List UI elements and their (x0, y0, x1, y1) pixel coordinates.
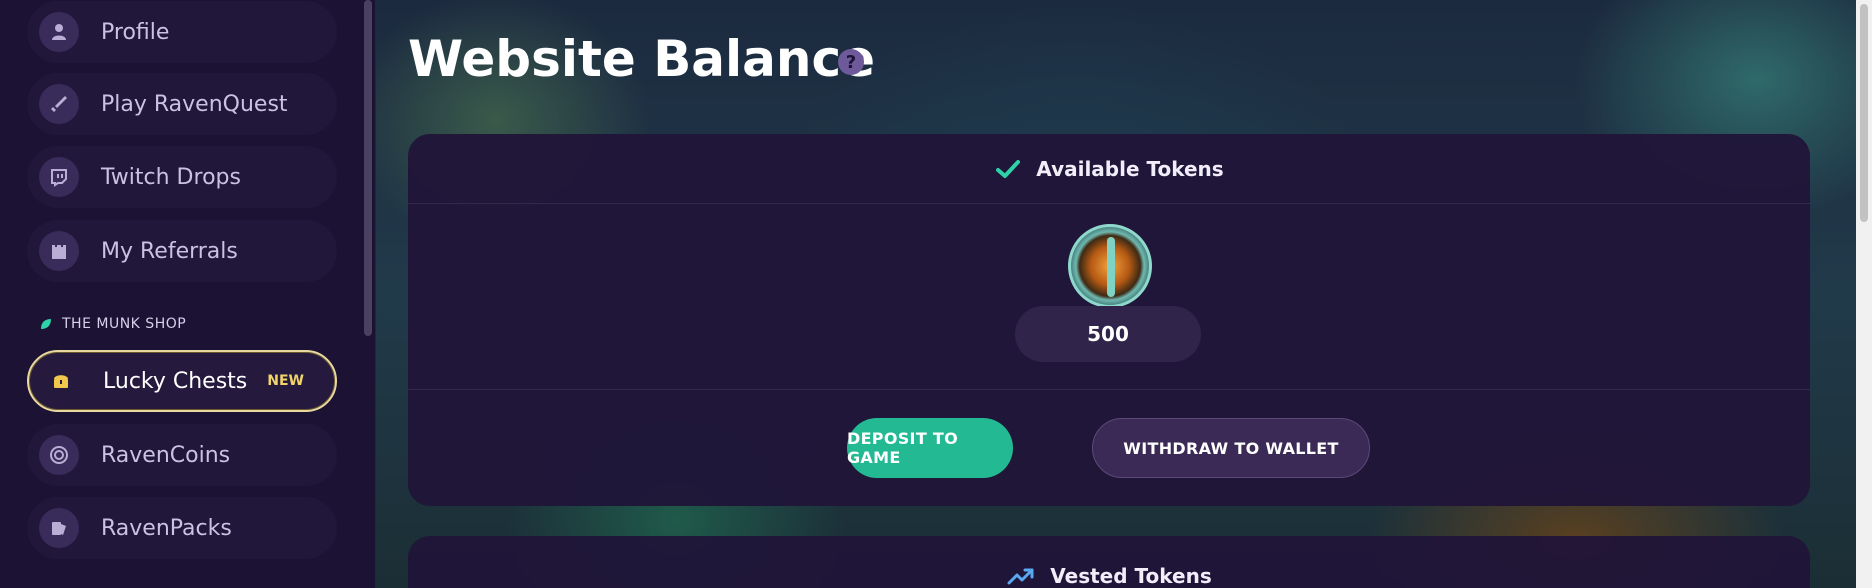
trending-up-icon (1007, 568, 1034, 585)
sidebar-item-play-ravenquest[interactable]: Play RavenQuest (27, 73, 337, 135)
sidebar: Profile Play RavenQuest Twitch Drops My … (0, 0, 376, 588)
chest-icon (41, 361, 81, 401)
sidebar-item-lucky-chests[interactable]: Lucky Chests NEW (27, 350, 337, 412)
sword-icon (39, 84, 79, 124)
withdraw-to-wallet-button[interactable]: WITHDRAW TO WALLET (1092, 418, 1370, 478)
profile-icon (39, 12, 79, 52)
card-title: Available Tokens (1036, 156, 1224, 181)
card-header: Available Tokens (408, 134, 1810, 204)
card-header: Vested Tokens (408, 536, 1810, 588)
coin-icon (39, 435, 79, 475)
sidebar-item-label: Twitch Drops (101, 164, 241, 190)
twitch-icon (39, 157, 79, 197)
page-scrollbar[interactable] (1856, 0, 1872, 588)
sidebar-item-my-referrals[interactable]: My Referrals (27, 220, 337, 282)
deposit-to-game-button[interactable]: DEPOSIT TO GAME (847, 418, 1013, 478)
token-amount: 500 (1015, 306, 1201, 362)
section-label-text: THE MUNK SHOP (62, 316, 187, 332)
sidebar-item-label: Lucky Chests (103, 368, 248, 394)
vested-tokens-card: Vested Tokens (408, 536, 1810, 588)
check-icon (996, 159, 1021, 178)
sidebar-scrollbar[interactable] (364, 0, 372, 336)
sidebar-item-label: RavenCoins (101, 442, 231, 468)
available-tokens-card: Available Tokens 500 DEPOSIT TO GAME WIT… (408, 134, 1810, 506)
sidebar-item-label: Profile (101, 19, 170, 45)
sidebar-item-label: RavenPacks (101, 515, 232, 541)
castle-icon (39, 231, 79, 271)
help-icon[interactable]: ? (838, 49, 864, 75)
card-title: Vested Tokens (1050, 564, 1212, 588)
sidebar-item-twitch-drops[interactable]: Twitch Drops (27, 146, 337, 208)
section-label-munk-shop: THE MUNK SHOP (40, 316, 186, 332)
sidebar-item-label: Play RavenQuest (101, 91, 288, 117)
token-coin-icon (1068, 224, 1152, 308)
sidebar-item-label: My Referrals (101, 238, 238, 264)
page-scrollbar-thumb[interactable] (1860, 4, 1868, 222)
leaf-icon (41, 319, 51, 329)
pack-icon (39, 508, 79, 548)
divider (408, 389, 1810, 390)
sidebar-item-ravencoins[interactable]: RavenCoins (27, 424, 337, 486)
page-title: Website Balance (408, 30, 876, 88)
sidebar-item-ravenpacks[interactable]: RavenPacks (27, 497, 337, 559)
sidebar-item-profile[interactable]: Profile (27, 1, 337, 63)
new-badge: NEW (267, 373, 305, 389)
